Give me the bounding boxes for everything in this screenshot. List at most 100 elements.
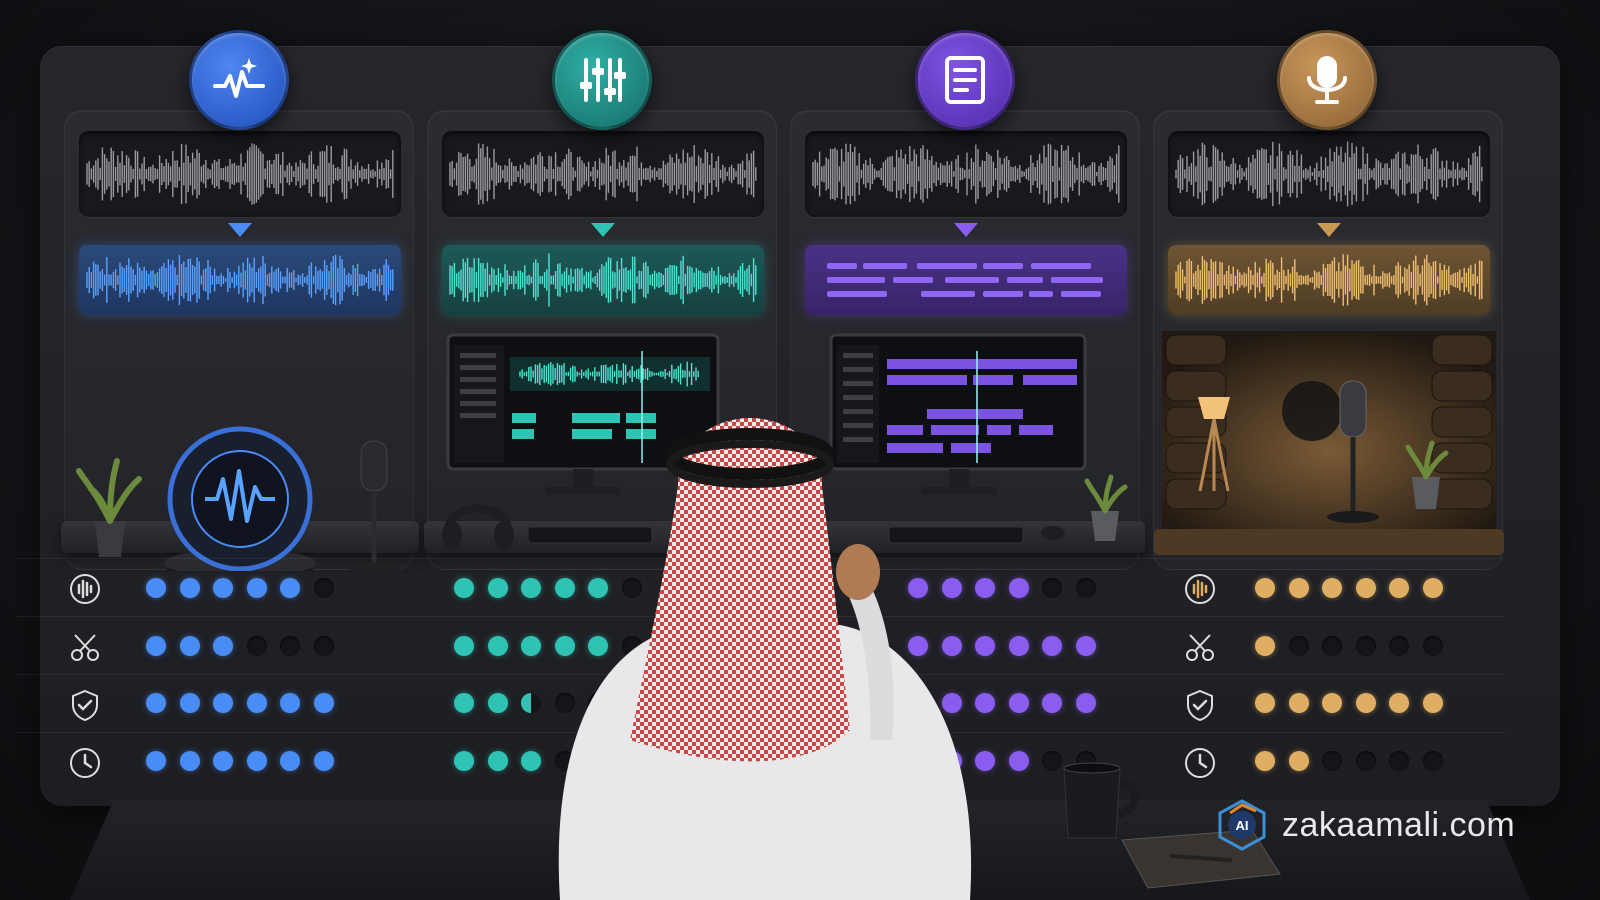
rating-dot [1042, 578, 1062, 598]
rating-dot [146, 636, 166, 656]
rating-dot [1322, 578, 1342, 598]
rating-dot [146, 751, 166, 771]
rating-dot [1075, 693, 1096, 713]
clock-icon [68, 746, 102, 780]
arrow-down-icon [1317, 223, 1341, 237]
waveform-icon [1183, 572, 1217, 606]
rating-dot [1042, 636, 1062, 656]
person-in-keffiyeh [558, 418, 972, 900]
svg-text:AI: AI [1236, 818, 1249, 833]
rating-dot [454, 636, 474, 656]
column-enhance [61, 110, 419, 571]
rating-dot [1008, 751, 1029, 771]
scissors-icon [1183, 630, 1217, 664]
rating-dot [1288, 693, 1309, 713]
rating-dot [1422, 578, 1443, 598]
scissors-icon [68, 630, 102, 664]
rating-dot [313, 751, 334, 771]
rating-dot [1422, 751, 1443, 771]
rating-dot [146, 693, 166, 713]
rating-dot [487, 751, 508, 771]
rating-dot [454, 578, 474, 598]
rating-dot [487, 693, 508, 713]
rating-dot [280, 636, 300, 656]
rating-dot [280, 693, 300, 713]
rating-dot [1255, 751, 1275, 771]
output-waveform [1168, 245, 1490, 315]
waveform-icon [68, 572, 102, 606]
mouse [1041, 526, 1065, 540]
clock-icon [1183, 746, 1217, 780]
rating-dot [1389, 751, 1409, 771]
rating-dot [213, 578, 233, 598]
rating-dot [1355, 578, 1376, 598]
rating-dot [1255, 578, 1275, 598]
input-waveform [1168, 131, 1490, 217]
rating-dot [1042, 751, 1062, 771]
rating-dot [1422, 636, 1443, 656]
rating-dot [487, 578, 508, 598]
rating-dot [1288, 636, 1309, 656]
rating-dot [1322, 751, 1342, 771]
brand-logo: AI [1218, 799, 1266, 851]
rating-dot [246, 578, 267, 598]
brand-domain: zakaamali.com [1282, 805, 1516, 844]
rating-dot [1008, 693, 1029, 713]
rating-dot [213, 636, 233, 656]
rating-dot [313, 693, 334, 713]
rating-dot [280, 751, 300, 771]
rating-dot [246, 636, 267, 656]
rating-dot [179, 578, 200, 598]
rating-dot [1288, 751, 1309, 771]
headphones [442, 504, 514, 549]
arrow-down-icon [591, 223, 615, 237]
output-waveform [79, 245, 401, 315]
microphone [348, 440, 400, 571]
rating-dot [246, 693, 267, 713]
rating-dot [1075, 578, 1096, 598]
plant [1084, 474, 1128, 541]
rating-dot [246, 751, 267, 771]
output-waveform [442, 245, 764, 315]
rating-dot [1288, 578, 1309, 598]
rating-dot [179, 693, 200, 713]
rating-dot [280, 578, 300, 598]
brand-watermark: AI zakaamali.com [1216, 799, 1516, 851]
rating-dot [1322, 693, 1342, 713]
rating-dot [1042, 693, 1062, 713]
smart-speaker-scene [61, 331, 419, 571]
rating-dot [454, 693, 474, 713]
rating-dot [1075, 636, 1096, 656]
arrow-down-icon [228, 223, 252, 237]
rating-dot [313, 636, 334, 656]
rating-dot [1355, 693, 1376, 713]
input-waveform [805, 131, 1127, 217]
document-icon [915, 30, 1015, 130]
input-waveform [442, 131, 764, 217]
rating-dot [1322, 636, 1342, 656]
shield-check-icon [68, 688, 102, 722]
rating-dot [1389, 693, 1409, 713]
arrow-down-icon [954, 223, 978, 237]
rating-dot [1355, 751, 1376, 771]
rating-dot [213, 693, 233, 713]
rating-dot [1389, 636, 1409, 656]
sliders-icon [552, 30, 652, 130]
rating-dot [487, 636, 508, 656]
rating-dot [1008, 578, 1029, 598]
rating-dot [313, 578, 334, 598]
rating-dot [179, 636, 200, 656]
rating-dot [1389, 578, 1409, 598]
microphone-icon [1277, 30, 1377, 130]
rating-dot [1255, 693, 1275, 713]
rating-dot [1355, 636, 1376, 656]
shield-check-icon [1183, 688, 1217, 722]
input-waveform [79, 131, 401, 217]
rating-dot [454, 751, 474, 771]
plant [76, 458, 142, 557]
rating-dot [179, 751, 200, 771]
waveform-sparkle-icon [189, 30, 289, 130]
vocal-booth-scene [1154, 331, 1504, 571]
rating-dot [1255, 636, 1275, 656]
rating-dot [1008, 636, 1029, 656]
